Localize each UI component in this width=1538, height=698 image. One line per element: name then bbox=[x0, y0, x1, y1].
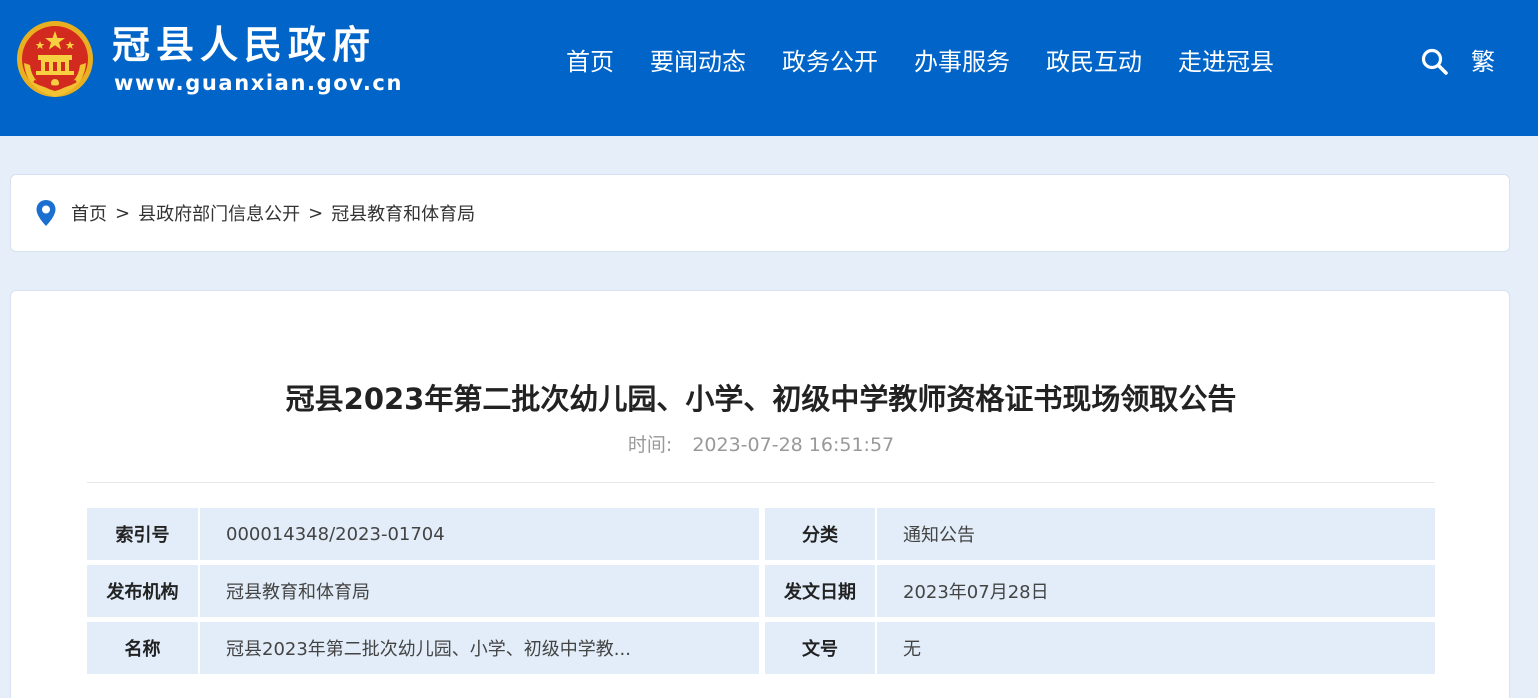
time-value: 2023-07-28 16:51:57 bbox=[692, 434, 895, 456]
label-name: 名称 bbox=[87, 622, 198, 674]
location-pin-icon bbox=[36, 200, 56, 226]
label-category: 分类 bbox=[765, 508, 875, 560]
breadcrumb-dept-info[interactable]: 县政府部门信息公开 bbox=[138, 200, 300, 226]
value-category: 通知公告 bbox=[877, 508, 1435, 560]
nav-item-services[interactable]: 办事服务 bbox=[896, 40, 1028, 84]
value-issue-date: 2023年07月28日 bbox=[877, 565, 1435, 617]
label-publisher: 发布机构 bbox=[87, 565, 198, 617]
breadcrumb-separator: > bbox=[115, 202, 131, 224]
breadcrumb-home[interactable]: 首页 bbox=[71, 200, 107, 226]
search-icon[interactable] bbox=[1420, 47, 1450, 77]
value-name: 冠县2023年第二批次幼儿园、小学、初级中学教... bbox=[200, 622, 759, 674]
main-nav: 首页 要闻动态 政务公开 办事服务 政民互动 走进冠县 bbox=[548, 40, 1292, 84]
info-table: 索引号 000014348/2023-01704 分类 通知公告 发布机构 冠县… bbox=[87, 508, 1435, 679]
nav-item-news[interactable]: 要闻动态 bbox=[632, 40, 764, 84]
site-header: 冠县人民政府 www.guanxian.gov.cn 首页 要闻动态 政务公开 … bbox=[0, 0, 1538, 136]
national-emblem-icon bbox=[17, 21, 93, 97]
site-url: www.guanxian.gov.cn bbox=[114, 71, 403, 95]
time-label: 时间: bbox=[627, 434, 673, 456]
value-doc-number: 无 bbox=[877, 622, 1435, 674]
label-doc-number: 文号 bbox=[765, 622, 875, 674]
breadcrumb-separator: > bbox=[308, 202, 324, 224]
site-name: 冠县人民政府 bbox=[112, 23, 377, 67]
traditional-chinese-toggle[interactable]: 繁 bbox=[1471, 40, 1495, 84]
table-row: 索引号 000014348/2023-01704 分类 通知公告 bbox=[87, 508, 1435, 565]
table-row: 发布机构 冠县教育和体育局 发文日期 2023年07月28日 bbox=[87, 565, 1435, 622]
nav-item-home[interactable]: 首页 bbox=[548, 40, 632, 84]
divider bbox=[87, 482, 1435, 483]
nav-item-gov-affairs[interactable]: 政务公开 bbox=[764, 40, 896, 84]
article-container: 冠县2023年第二批次幼儿园、小学、初级中学教师资格证书现场领取公告 时间: 2… bbox=[10, 290, 1510, 698]
breadcrumb: 首页 > 县政府部门信息公开 > 冠县教育和体育局 bbox=[10, 174, 1510, 252]
breadcrumb-trail: 首页 > 县政府部门信息公开 > 冠县教育和体育局 bbox=[71, 175, 475, 251]
article-title: 冠县2023年第二批次幼儿园、小学、初级中学教师资格证书现场领取公告 bbox=[285, 382, 1237, 416]
value-index-number: 000014348/2023-01704 bbox=[200, 508, 759, 560]
label-index-number: 索引号 bbox=[87, 508, 198, 560]
nav-item-interaction[interactable]: 政民互动 bbox=[1028, 40, 1160, 84]
table-row: 名称 冠县2023年第二批次幼儿园、小学、初级中学教... 文号 无 bbox=[87, 622, 1435, 679]
breadcrumb-education-bureau[interactable]: 冠县教育和体育局 bbox=[331, 200, 475, 226]
article-meta: 时间: 2023-07-28 16:51:57 bbox=[11, 431, 1511, 459]
value-publisher: 冠县教育和体育局 bbox=[200, 565, 759, 617]
nav-item-about-county[interactable]: 走进冠县 bbox=[1160, 40, 1292, 84]
label-issue-date: 发文日期 bbox=[765, 565, 875, 617]
